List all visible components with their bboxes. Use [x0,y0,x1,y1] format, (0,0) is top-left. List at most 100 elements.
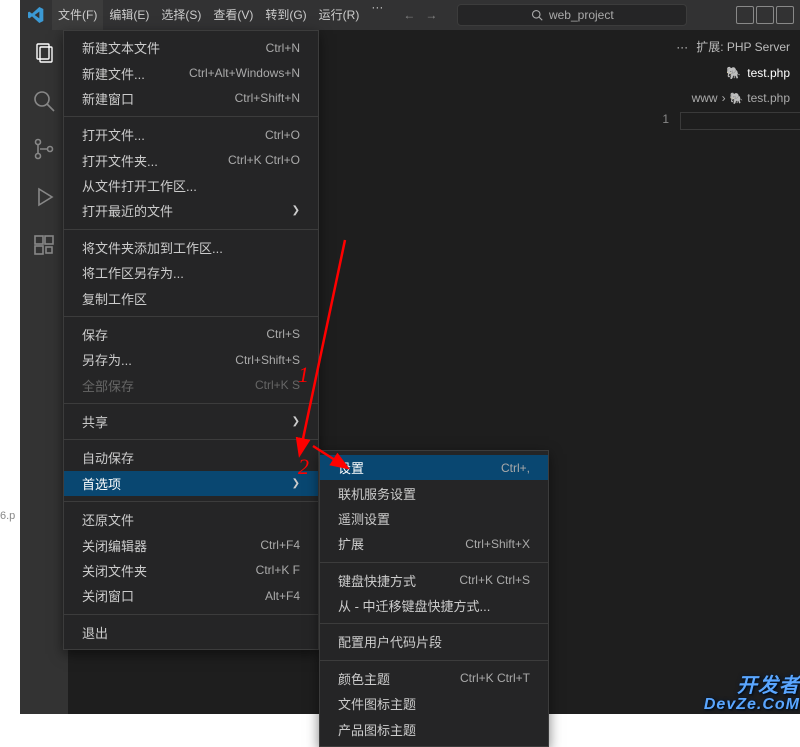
pref-menu-item-[interactable]: 设置Ctrl+, [320,455,548,480]
chevron-right-icon: ❯ [292,205,300,216]
file-menu-item-[interactable]: 关闭窗口Alt+F4 [64,583,318,608]
pref-menu-item-[interactable]: 配置用户代码片段 [320,629,548,654]
annotation-1: 1 [298,362,309,388]
file-menu-item-[interactable]: 打开文件...Ctrl+O [64,122,318,147]
file-menu-item-[interactable]: 打开最近的文件 ❯ [64,198,318,223]
file-menu-item-[interactable]: 打开文件夹...Ctrl+K Ctrl+O [64,148,318,173]
vscode-logo-icon [20,7,52,23]
file-menu-dropdown: 新建文本文件Ctrl+N 新建文件... Ctrl+Alt+Windows+N 新建窗… [63,30,319,650]
menu-label: 新建文件... [82,64,145,83]
watermark: 开发者 DevZe.CoM [704,676,800,714]
menu-file[interactable]: 文件(F) [52,0,103,30]
file-menu-item-[interactable]: 保存Ctrl+S [64,322,318,347]
file-menu-item-[interactable]: 另存为...Ctrl+Shift+S [64,347,318,372]
menu-view[interactable]: 查看(V) [207,0,259,30]
file-menu-item-[interactable]: 自动保存 [64,445,318,470]
breadcrumb-seg-www[interactable]: www [692,91,718,105]
file-menu-item-[interactable]: 新建文本文件Ctrl+N [64,35,318,60]
menu-label: 退出 [82,623,108,642]
file-menu-item-[interactable]: 新建文件... Ctrl+Alt+Windows+N [64,60,318,85]
file-menu-item-[interactable]: 首选项❯ [64,471,318,496]
file-menu-item-[interactable]: 关闭文件夹 Ctrl+K F [64,558,318,583]
file-menu-item-[interactable]: 新建窗口Ctrl+Shift+N [64,86,318,111]
menu-goto[interactable]: 转到(G) [259,0,312,30]
menu-label: 复制工作区 [82,289,147,308]
menu-label: 自动保存 [82,448,134,467]
php-icon: 🐘 [726,66,741,80]
pref-menu-item-[interactable]: 从 - 中迁移键盘快捷方式... [320,593,548,618]
line-gutter: 1 [645,112,675,130]
menu-label: 首选项 [82,474,121,493]
menu-edit[interactable]: 编辑(E) [103,0,155,30]
file-menu-item-[interactable]: 复制工作区 [64,285,318,310]
debug-icon[interactable] [31,184,57,210]
file-menu-item-[interactable]: 退出 [64,620,318,645]
tab-bar: 🐘 test.php [716,58,800,88]
file-menu-item-[interactable]: 共享 ❯ [64,409,318,434]
titlebar: 文件(F) 编辑(E) 选择(S) 查看(V) 转到(G) 运行(R) ··· … [20,0,800,30]
menu-bar: 文件(F) 编辑(E) 选择(S) 查看(V) 转到(G) 运行(R) ··· [52,0,389,30]
menu-label: 打开文件... [82,125,145,144]
watermark-line1: 开发者 [704,676,800,697]
layout-bottom-icon[interactable] [756,6,774,24]
menu-label: 打开最近的文件 [82,201,173,220]
menu-label: 关闭文件夹 [82,561,147,580]
activity-bar [20,30,68,714]
menu-shortcut: Ctrl+Shift+X [465,537,530,551]
menu-shortcut: Ctrl+K S [255,378,300,392]
menu-run[interactable]: 运行(R) [313,0,366,30]
pref-menu-item-[interactable]: 联机服务设置 [320,480,548,505]
menu-select[interactable]: 选择(S) [155,0,207,30]
php-icon: 🐘 [730,92,744,105]
file-menu-item-[interactable]: 还原文件 [64,507,318,532]
menu-shortcut: Ctrl+Alt+Windows+N [189,66,300,80]
search-text: web_project [549,8,614,22]
menu-label: 打开文件夹... [82,151,158,170]
line-number: 1 [645,112,669,130]
layout-right-icon[interactable] [776,6,794,24]
chevron-right-icon: ❯ [292,416,300,427]
pref-menu-item-[interactable]: 遥测设置 [320,506,548,531]
menu-shortcut: Alt+F4 [265,589,300,603]
menu-label: 联机服务设置 [338,484,416,503]
menu-label: 保存 [82,325,108,344]
left-edge-text: 6.p [0,510,15,522]
breadcrumb[interactable]: www › 🐘 test.php [682,88,800,108]
pref-menu-item-[interactable]: 颜色主题Ctrl+K Ctrl+T [320,666,548,691]
extensions-icon[interactable] [31,232,57,258]
menu-label: 从文件打开工作区... [82,176,197,195]
tab-label: test.php [747,66,790,80]
preferences-submenu: 设置Ctrl+, 联机服务设置遥测设置扩展Ctrl+Shift+X 键盘快捷方式Ct… [319,450,549,747]
menu-label: 全部保存 [82,376,134,395]
menu-label: 共享 [82,412,108,431]
file-menu-item-[interactable]: 从文件打开工作区... [64,173,318,198]
search-icon[interactable] [31,88,57,114]
menu-shortcut: Ctrl+, [501,461,530,475]
layout-left-icon[interactable] [736,6,754,24]
menu-label: 将文件夹添加到工作区... [82,238,223,257]
tab-testphp[interactable]: 🐘 test.php [716,58,800,88]
pref-menu-item-[interactable]: 产品图标主题 [320,716,548,741]
menu-label: 颜色主题 [338,669,390,688]
file-menu-item-[interactable]: 将文件夹添加到工作区... [64,235,318,260]
nav-fwd-icon[interactable]: → [425,8,437,22]
scm-icon[interactable] [31,136,57,162]
pref-menu-item-[interactable]: 扩展Ctrl+Shift+X [320,531,548,556]
file-menu-item-[interactable]: 将工作区另存为... [64,260,318,285]
file-menu-item-[interactable]: 关闭编辑器Ctrl+F4 [64,532,318,557]
menu-shortcut: Ctrl+K F [256,563,300,577]
nav-arrows: ← → [403,8,437,22]
breadcrumb-seg-file[interactable]: test.php [747,91,790,105]
menu-label: 新建文本文件 [82,38,160,57]
pref-menu-item-[interactable]: 文件图标主题 [320,691,548,716]
menu-label: 配置用户代码片段 [338,632,442,651]
explorer-icon[interactable] [31,40,57,66]
chevron-right-icon: › [722,91,726,105]
nav-back-icon[interactable]: ← [403,8,415,22]
editor-more-icon[interactable]: ··· [676,40,688,54]
pref-menu-item-[interactable]: 键盘快捷方式Ctrl+K Ctrl+S [320,568,548,593]
annotation-2: 2 [298,454,309,480]
menu-label: 还原文件 [82,510,134,529]
command-center[interactable]: web_project [457,4,687,26]
menu-overflow[interactable]: ··· [365,0,389,30]
